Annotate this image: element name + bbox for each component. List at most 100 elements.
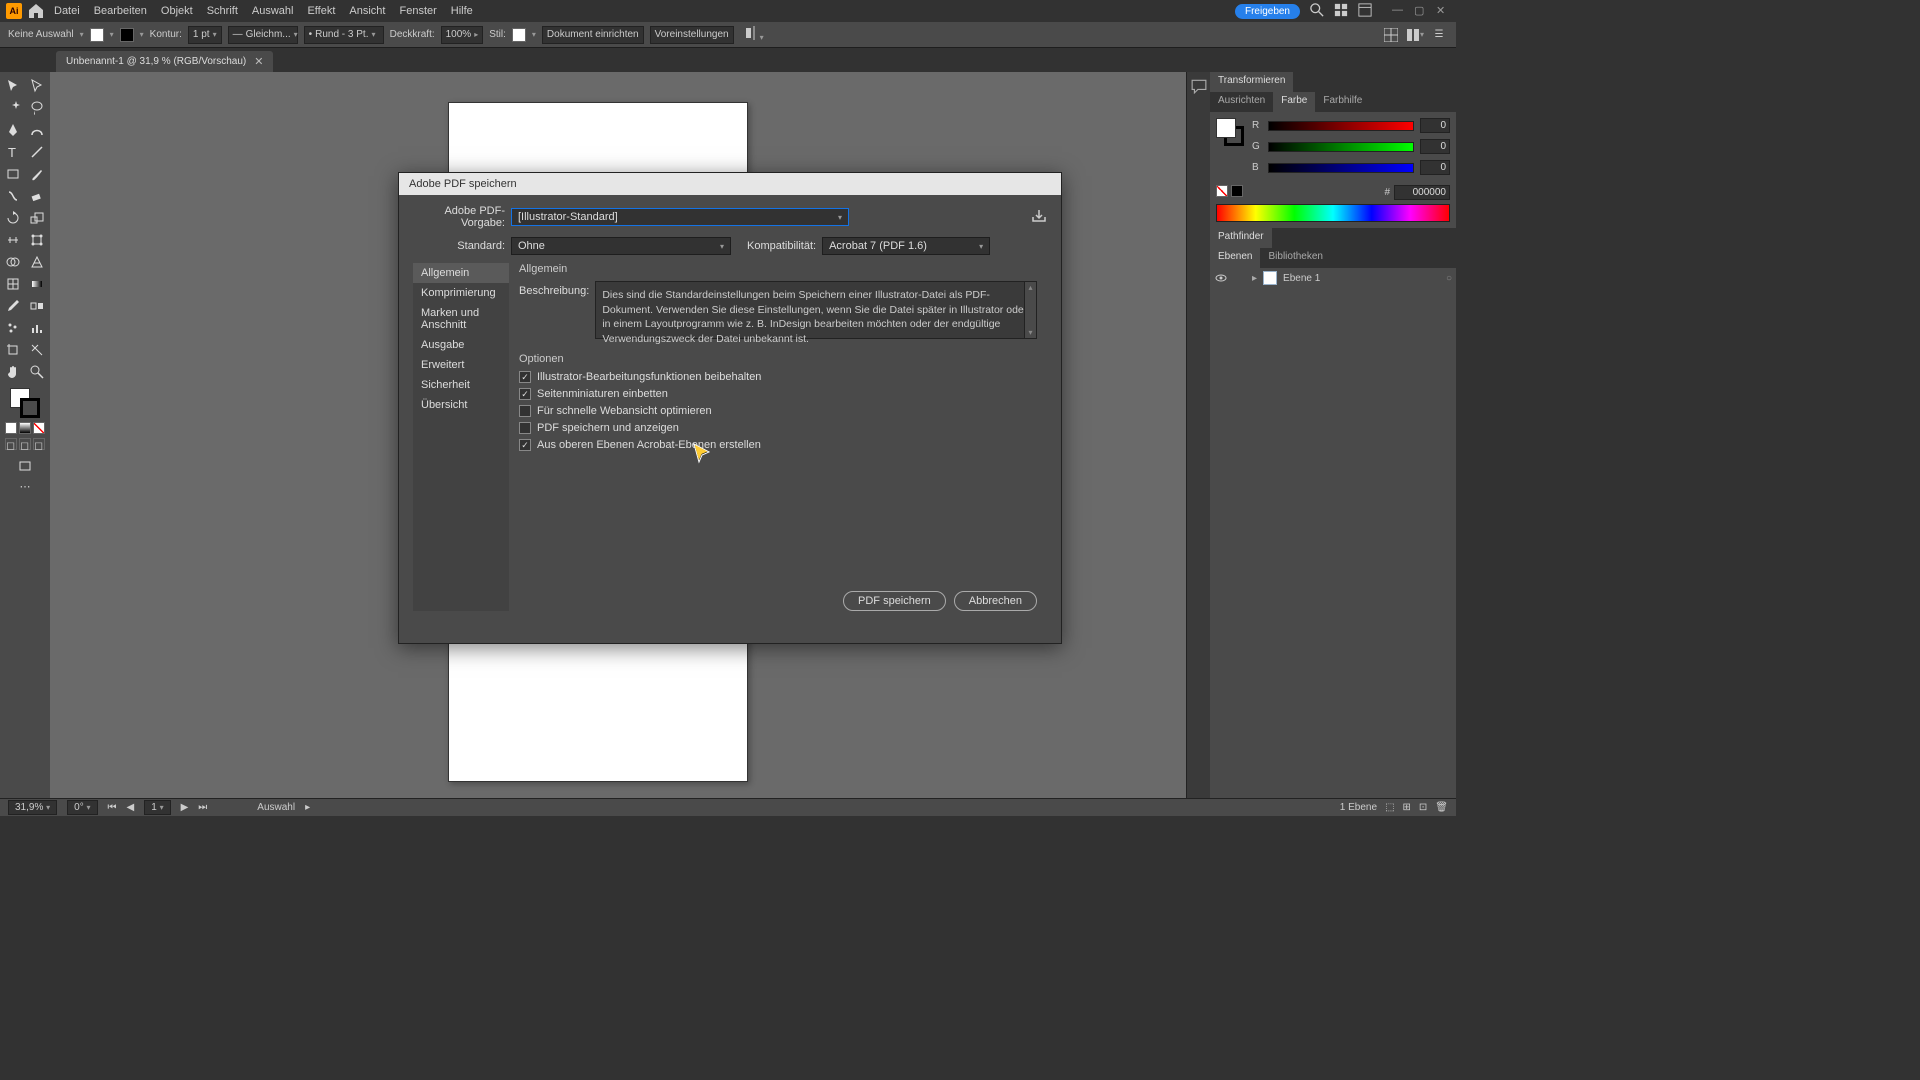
search-icon[interactable] <box>1310 3 1324 20</box>
color-tab[interactable]: Farbe <box>1273 92 1315 112</box>
color-spectrum[interactable] <box>1216 204 1450 222</box>
sidebar-item-marks[interactable]: Marken und Anschnitt <box>413 303 509 335</box>
menu-help[interactable]: Hilfe <box>451 5 473 17</box>
new-layer-icon[interactable]: ⊡ <box>1419 802 1427 813</box>
description-textarea[interactable]: Dies sind die Standardeinstellungen beim… <box>595 281 1037 339</box>
checkbox-preserve-editing[interactable]: ✓ <box>519 371 531 383</box>
screen-mode-icon[interactable] <box>14 456 36 476</box>
menu-window[interactable]: Fenster <box>399 5 436 17</box>
menu-view[interactable]: Ansicht <box>349 5 385 17</box>
home-icon[interactable] <box>28 3 44 19</box>
edit-toolbar-icon[interactable]: ⋯ <box>20 480 31 493</box>
sidebar-item-general[interactable]: Allgemein <box>413 263 509 283</box>
stroke-width-dropdown[interactable]: 1 pt▾ <box>188 26 222 44</box>
chevron-down-icon[interactable]: ▾ <box>110 30 114 39</box>
artboard-prev-icon[interactable]: ⏮ <box>108 802 117 813</box>
scrollbar[interactable]: ▴ ▾ <box>1024 282 1036 338</box>
doc-setup-button[interactable]: Dokument einrichten <box>542 26 644 44</box>
share-button[interactable]: Freigeben <box>1235 4 1300 19</box>
g-slider[interactable] <box>1268 142 1414 152</box>
selection-tool-icon[interactable] <box>2 76 24 96</box>
fill-stroke-mini[interactable] <box>1216 118 1244 146</box>
direct-selection-tool-icon[interactable] <box>26 76 48 96</box>
close-tab-icon[interactable]: ✕ <box>254 55 263 68</box>
rectangle-tool-icon[interactable] <box>2 164 24 184</box>
menu-file[interactable]: Datei <box>54 5 80 17</box>
sidebar-item-compression[interactable]: Komprimierung <box>413 283 509 303</box>
mesh-tool-icon[interactable] <box>2 274 24 294</box>
rotate-tool-icon[interactable] <box>2 208 24 228</box>
gradient-tool-icon[interactable] <box>26 274 48 294</box>
r-value[interactable]: 0 <box>1420 118 1450 133</box>
artboard-back-icon[interactable]: ◀ <box>127 802 135 813</box>
style-swatch[interactable] <box>512 28 526 42</box>
menu-type[interactable]: Schrift <box>207 5 238 17</box>
shape-builder-tool-icon[interactable] <box>2 252 24 272</box>
chevron-down-icon[interactable]: ▾ <box>140 30 144 39</box>
new-sublayer-icon[interactable]: ⊞ <box>1403 802 1411 813</box>
line-tool-icon[interactable] <box>26 142 48 162</box>
hex-value[interactable]: 000000 <box>1394 185 1450 200</box>
scale-tool-icon[interactable] <box>26 208 48 228</box>
align-tab[interactable]: Ausrichten <box>1210 92 1273 112</box>
comments-icon[interactable] <box>1191 78 1207 92</box>
pen-tool-icon[interactable] <box>2 120 24 140</box>
color-mode-icon[interactable] <box>5 422 17 434</box>
compat-dropdown[interactable]: Acrobat 7 (PDF 1.6)▾ <box>822 237 990 255</box>
prefs-button[interactable]: Voreinstellungen <box>650 26 734 44</box>
sidebar-item-advanced[interactable]: Erweitert <box>413 355 509 375</box>
grid-icon[interactable] <box>1382 26 1400 44</box>
cancel-button[interactable]: Abbrechen <box>954 591 1037 611</box>
perspective-tool-icon[interactable] <box>26 252 48 272</box>
align-icon[interactable]: ▾ <box>744 26 764 43</box>
standard-dropdown[interactable]: Ohne▾ <box>511 237 731 255</box>
width-tool-icon[interactable] <box>2 230 24 250</box>
minimize-icon[interactable]: — <box>1392 4 1406 18</box>
layers-tab[interactable]: Ebenen <box>1210 248 1260 268</box>
checkbox-view-after-save[interactable] <box>519 422 531 434</box>
draw-inside-icon[interactable]: ◻ <box>33 438 45 450</box>
eraser-tool-icon[interactable] <box>26 186 48 206</box>
maximize-icon[interactable]: ▢ <box>1414 4 1428 18</box>
b-value[interactable]: 0 <box>1420 160 1450 175</box>
workspace-icon[interactable] <box>1358 3 1372 20</box>
curvature-tool-icon[interactable] <box>26 120 48 140</box>
shaper-tool-icon[interactable] <box>2 186 24 206</box>
lasso-tool-icon[interactable] <box>26 98 48 118</box>
close-icon[interactable]: ✕ <box>1436 4 1450 18</box>
zoom-tool-icon[interactable] <box>26 362 48 382</box>
layer-name[interactable]: Ebene 1 <box>1283 273 1320 284</box>
opacity-dropdown[interactable]: 100%▸ <box>441 26 484 44</box>
chevron-down-icon[interactable]: ▾ <box>80 30 84 39</box>
menu-edit[interactable]: Bearbeiten <box>94 5 147 17</box>
visibility-icon[interactable] <box>1214 271 1228 285</box>
symbol-sprayer-tool-icon[interactable] <box>2 318 24 338</box>
none-swatch-icon[interactable] <box>1216 185 1228 197</box>
pathfinder-tab[interactable]: Pathfinder <box>1210 228 1272 248</box>
column-graph-tool-icon[interactable] <box>26 318 48 338</box>
chevron-down-icon[interactable]: ▾ <box>532 30 536 39</box>
gradient-mode-icon[interactable] <box>19 422 31 434</box>
black-swatch[interactable] <box>1231 185 1243 197</box>
menu-effect[interactable]: Effekt <box>307 5 335 17</box>
checkbox-embed-thumbnails[interactable]: ✓ <box>519 388 531 400</box>
b-slider[interactable] <box>1268 163 1414 173</box>
artboard-number[interactable]: 1 ▾ <box>144 800 170 815</box>
paintbrush-tool-icon[interactable] <box>26 164 48 184</box>
rotate-view[interactable]: 0° ▾ <box>67 800 97 815</box>
none-mode-icon[interactable] <box>33 422 45 434</box>
sidebar-item-output[interactable]: Ausgabe <box>413 335 509 355</box>
delete-layer-icon[interactable]: 🗑 <box>1435 802 1448 813</box>
sidebar-item-summary[interactable]: Übersicht <box>413 395 509 415</box>
expand-icon[interactable]: ▸ <box>1252 273 1257 284</box>
sidebar-item-security[interactable]: Sicherheit <box>413 375 509 395</box>
draw-behind-icon[interactable]: ◻ <box>19 438 31 450</box>
document-tab[interactable]: Unbenannt-1 @ 31,9 % (RGB/Vorschau) ✕ <box>56 51 273 72</box>
color-guide-tab[interactable]: Farbhilfe <box>1315 92 1370 112</box>
stroke-color-icon[interactable] <box>20 398 40 418</box>
save-preset-icon[interactable] <box>1031 209 1047 226</box>
arrange-icon[interactable] <box>1334 3 1348 20</box>
draw-normal-icon[interactable]: ◻ <box>5 438 17 450</box>
g-value[interactable]: 0 <box>1420 139 1450 154</box>
eyedropper-tool-icon[interactable] <box>2 296 24 316</box>
